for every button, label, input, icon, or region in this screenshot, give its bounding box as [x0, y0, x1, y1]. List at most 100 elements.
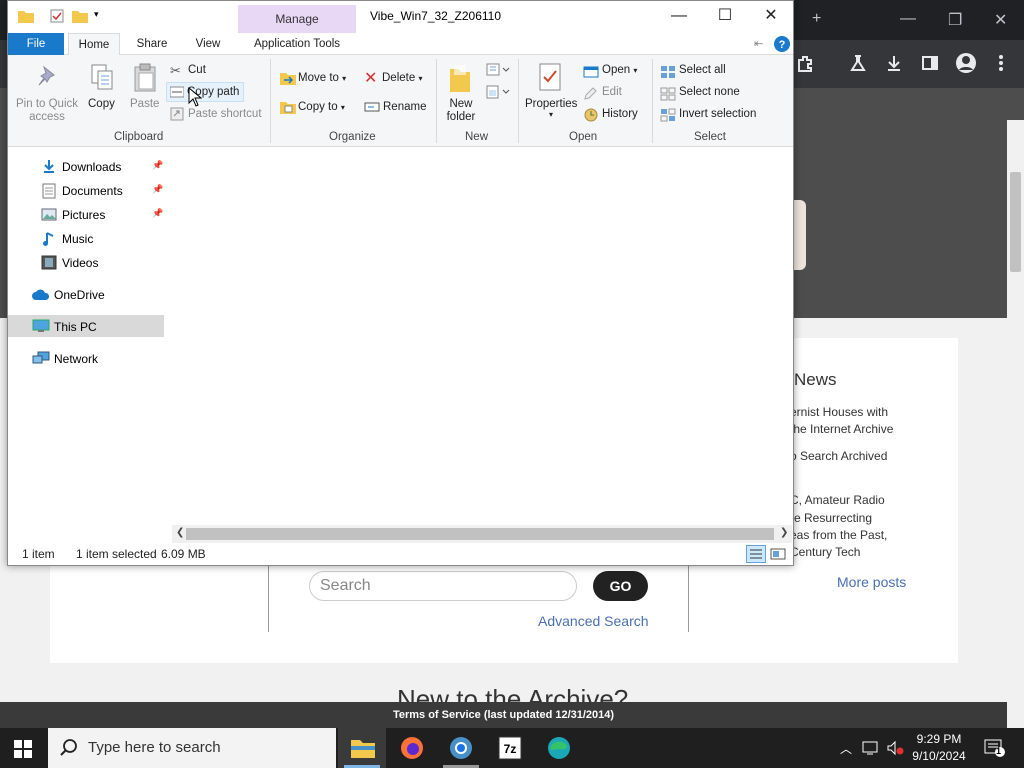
download-icon[interactable]: [885, 54, 903, 72]
rename-button[interactable]: Rename: [383, 101, 426, 113]
cut-icon: ✂: [170, 63, 181, 78]
this-pc-icon: [32, 319, 50, 332]
extensions-icon[interactable]: [796, 54, 814, 72]
nav-item-network[interactable]: Network: [54, 352, 98, 366]
copy-button[interactable]: Copy: [88, 98, 115, 110]
move-to-button[interactable]: Move to ▾: [298, 72, 346, 84]
go-button[interactable]: GO: [593, 571, 648, 601]
select-none-icon: [660, 87, 676, 101]
nav-item-pictures[interactable]: Pictures: [62, 208, 105, 222]
tab-share[interactable]: Share: [132, 33, 172, 55]
open-button[interactable]: Open ▾: [602, 64, 637, 76]
open-label: Open: [602, 64, 631, 76]
tab-application-tools[interactable]: Application Tools: [244, 33, 350, 55]
minimize-button[interactable]: —: [656, 5, 702, 29]
tab-file[interactable]: File: [8, 33, 64, 55]
notifications-icon[interactable]: [984, 738, 1006, 758]
select-all-button[interactable]: Select all: [679, 64, 726, 76]
scroll-right-icon[interactable]: ❯: [780, 527, 788, 538]
news-item[interactable]: o Search Archived: [790, 449, 887, 463]
select-none-button[interactable]: Select none: [679, 86, 740, 98]
easy-access-icon[interactable]: [486, 85, 510, 99]
labs-icon[interactable]: [849, 54, 867, 72]
news-item[interactable]: the Internet Archive: [790, 422, 893, 436]
mouse-cursor-icon: [188, 87, 202, 107]
tab-view[interactable]: View: [188, 33, 228, 55]
edge-icon[interactable]: [543, 734, 575, 762]
help-icon[interactable]: ?: [774, 36, 790, 52]
page-scrollbar-thumb[interactable]: [1010, 172, 1021, 272]
clipboard-group-label: Clipboard: [114, 131, 164, 143]
tray-overflow-icon[interactable]: ︿: [840, 740, 852, 757]
system-clock[interactable]: 9:29 PM 9/10/2024: [906, 731, 972, 765]
delete-button[interactable]: Delete ▾: [382, 72, 422, 84]
7zip-icon[interactable]: 7z: [494, 734, 526, 762]
videos-icon: [41, 255, 57, 270]
browser-minimize-button[interactable]: —: [900, 10, 916, 28]
chrome-icon[interactable]: [445, 734, 477, 762]
details-view-icon[interactable]: [746, 545, 766, 563]
group-separator: [652, 59, 653, 143]
manage-context-tab[interactable]: Manage: [238, 5, 356, 33]
copy-to-label: Copy to: [298, 101, 338, 113]
nav-item-documents[interactable]: Documents: [62, 184, 123, 198]
file-list-area[interactable]: [172, 147, 793, 525]
horizontal-scroll-thumb[interactable]: [186, 528, 774, 540]
new-tab-button[interactable]: +: [812, 10, 821, 28]
new-item-icon[interactable]: [486, 63, 510, 77]
new-folder-button[interactable]: New folder: [444, 98, 478, 124]
scroll-left-icon[interactable]: ❮: [176, 527, 184, 538]
tab-home[interactable]: Home: [68, 33, 120, 55]
windows-start-icon[interactable]: [14, 740, 32, 758]
cut-button[interactable]: Cut: [188, 64, 206, 76]
nav-item-downloads[interactable]: Downloads: [62, 160, 121, 174]
move-to-label: Move to: [298, 72, 339, 84]
customize-quick-access-icon[interactable]: ▾: [94, 9, 99, 20]
edit-button[interactable]: Edit: [602, 86, 622, 98]
properties-button[interactable]: Properties ▾: [525, 98, 577, 119]
nav-item-music[interactable]: Music: [62, 232, 93, 246]
paste-shortcut-button[interactable]: Paste shortcut: [188, 108, 262, 120]
file-explorer-taskbar-icon[interactable]: [347, 734, 379, 762]
nav-item-this-pc[interactable]: This PC: [54, 320, 97, 334]
browser-menu-icon[interactable]: [996, 54, 1006, 72]
close-button[interactable]: ✕: [748, 5, 794, 29]
paste-button[interactable]: Paste: [130, 98, 159, 110]
volume-muted-icon[interactable]: [886, 740, 904, 756]
notification-count: 1: [996, 746, 1002, 756]
clock-time: 9:29 PM: [916, 732, 962, 746]
terms-footer[interactable]: Terms of Service (last updated 12/31/201…: [0, 702, 1007, 728]
side-panel-icon[interactable]: [921, 54, 939, 72]
news-item[interactable]: C, Amateur Radio: [790, 493, 885, 507]
browser-restore-button[interactable]: ❐: [948, 10, 962, 30]
firefox-icon[interactable]: [396, 734, 428, 762]
copy-path-button[interactable]: Copy path: [166, 82, 244, 102]
maximize-button[interactable]: ☐: [702, 5, 748, 29]
invert-selection-button[interactable]: Invert selection: [679, 108, 756, 120]
taskbar-search-box[interactable]: Type here to search: [48, 728, 336, 768]
properties-icon: [539, 63, 561, 91]
nav-item-onedrive[interactable]: OneDrive: [54, 288, 105, 302]
new-folder-quick-icon[interactable]: [72, 9, 88, 23]
network-tray-icon[interactable]: [862, 740, 880, 756]
news-item[interactable]: eas from the Past,: [790, 528, 887, 542]
nav-item-videos[interactable]: Videos: [62, 256, 98, 270]
pin-label-line2: access: [29, 111, 65, 123]
browser-close-button[interactable]: ✕: [994, 10, 1007, 30]
open-icon: [583, 66, 599, 78]
pin-to-quick-access-button[interactable]: Pin to Quick access: [16, 98, 78, 124]
news-item[interactable]: Century Tech: [790, 545, 860, 559]
archive-search-input[interactable]: Search: [309, 571, 577, 601]
news-item[interactable]: re Resurrecting: [790, 511, 872, 525]
advanced-search-link[interactable]: Advanced Search: [538, 613, 649, 629]
history-button[interactable]: History: [602, 108, 638, 120]
copy-to-button[interactable]: Copy to ▾: [298, 101, 345, 113]
more-posts-link[interactable]: More posts: [837, 574, 906, 590]
news-item[interactable]: ernist Houses with: [790, 405, 888, 419]
pin-icon: [38, 65, 55, 86]
properties-quick-icon[interactable]: [50, 9, 64, 23]
large-icons-view-icon[interactable]: [770, 546, 786, 562]
profile-avatar-icon[interactable]: [955, 52, 977, 74]
group-separator: [436, 59, 437, 143]
pin-ribbon-icon[interactable]: ⇤: [754, 37, 763, 50]
